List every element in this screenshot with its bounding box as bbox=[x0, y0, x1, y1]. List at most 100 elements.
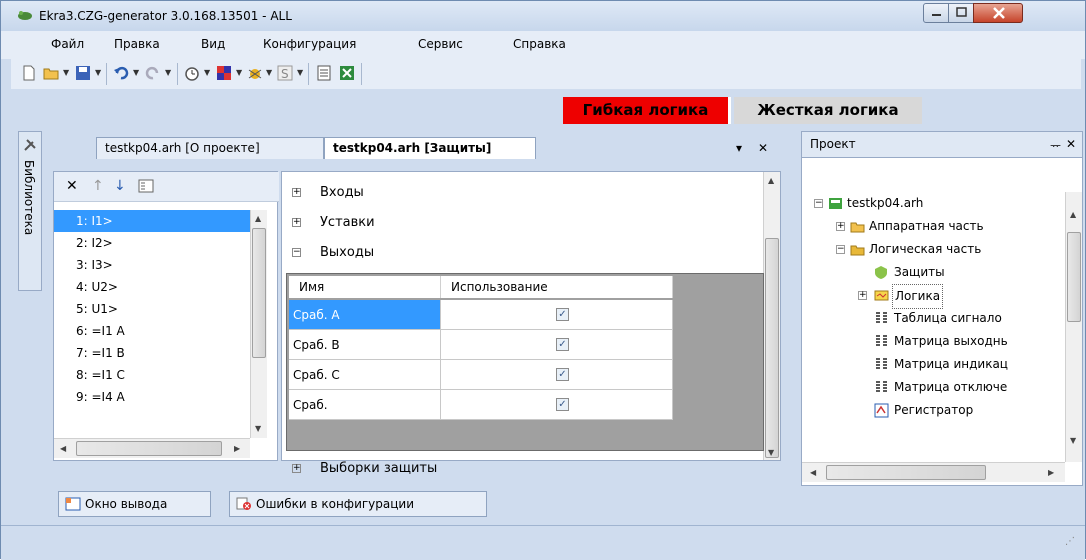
library-panel-tab[interactable]: Библиотека bbox=[18, 131, 42, 291]
tree-node-protections[interactable]: Защиты bbox=[814, 261, 1064, 284]
scroll-thumb[interactable] bbox=[1067, 232, 1081, 322]
column-header-usage[interactable]: Использование bbox=[441, 276, 673, 298]
scroll-thumb[interactable] bbox=[76, 441, 222, 456]
tree-node-signal-table[interactable]: Таблица сигнало bbox=[814, 307, 1064, 330]
list-item[interactable]: 8: =I1 C bbox=[54, 364, 264, 386]
tab-close-icon[interactable]: ✕ bbox=[758, 141, 768, 155]
hard-logic-button[interactable]: Жесткая логика bbox=[734, 97, 922, 124]
expand-icon[interactable]: + bbox=[858, 291, 867, 300]
tab-config-errors[interactable]: Ошибки в конфигурации bbox=[229, 491, 487, 517]
scroll-thumb[interactable] bbox=[252, 228, 266, 358]
scroll-up-icon[interactable]: ▲ bbox=[768, 176, 774, 185]
move-down-icon[interactable]: ↓ bbox=[114, 178, 130, 194]
collapse-icon[interactable]: − bbox=[292, 248, 301, 257]
list-item[interactable]: 2: I2> bbox=[54, 232, 264, 254]
flex-logic-button[interactable]: Гибкая логика bbox=[563, 97, 731, 124]
list-horizontal-scrollbar[interactable]: ◀ ▶ bbox=[54, 438, 250, 458]
undo-dropdown-icon[interactable]: ▼ bbox=[133, 68, 139, 77]
menu-help[interactable]: Справка bbox=[513, 37, 566, 51]
timer-dropdown-icon[interactable]: ▼ bbox=[204, 68, 210, 77]
section-outputs[interactable]: − Выходы bbox=[282, 240, 762, 266]
tree-node-logic[interactable]: + Логика bbox=[814, 284, 1064, 309]
save-dropdown-icon[interactable]: ▼ bbox=[95, 68, 101, 77]
expand-icon[interactable]: + bbox=[836, 222, 845, 231]
undo-icon[interactable] bbox=[113, 65, 129, 81]
collapse-icon[interactable]: − bbox=[836, 245, 845, 254]
scroll-down-icon[interactable]: ▼ bbox=[768, 448, 774, 457]
new-icon[interactable] bbox=[21, 65, 37, 81]
scroll-thumb[interactable] bbox=[826, 465, 986, 480]
usage-checkbox[interactable]: ✓ bbox=[556, 308, 569, 321]
list-item[interactable]: 3: I3> bbox=[54, 254, 264, 276]
list-vertical-scrollbar[interactable]: ▲ ▼ bbox=[250, 210, 267, 438]
scroll-right-icon[interactable]: ▶ bbox=[234, 444, 240, 453]
matrix-dropdown-icon[interactable]: ▼ bbox=[236, 68, 242, 77]
list-item[interactable]: 4: U2> bbox=[54, 276, 264, 298]
menu-edit[interactable]: Правка bbox=[114, 37, 160, 51]
scroll-left-icon[interactable]: ◀ bbox=[810, 468, 816, 477]
debug-dropdown-icon[interactable]: ▼ bbox=[266, 68, 272, 77]
list-item[interactable]: 5: U1> bbox=[54, 298, 264, 320]
tree-node-logical[interactable]: − Логическая часть bbox=[814, 238, 1064, 261]
cell-name[interactable]: Сраб. bbox=[289, 390, 441, 420]
usage-checkbox[interactable]: ✓ bbox=[556, 368, 569, 381]
redo-icon[interactable] bbox=[145, 65, 161, 81]
menu-service[interactable]: Сервис bbox=[418, 37, 463, 51]
list-item[interactable]: 9: =I4 A bbox=[54, 386, 264, 408]
open-icon[interactable] bbox=[43, 65, 59, 81]
resize-grip-icon[interactable]: ⋰ bbox=[1065, 536, 1075, 547]
save-icon[interactable] bbox=[75, 65, 91, 81]
script-dropdown-icon[interactable]: ▼ bbox=[297, 68, 303, 77]
scroll-right-icon[interactable]: ▶ bbox=[1048, 468, 1054, 477]
cell-name[interactable]: Сраб. С bbox=[289, 360, 441, 390]
close-panel-icon[interactable]: ✕ bbox=[1066, 137, 1076, 151]
expand-icon[interactable]: + bbox=[292, 218, 301, 227]
tab-output-window[interactable]: Окно вывода bbox=[58, 491, 211, 517]
section-inputs[interactable]: + Входы bbox=[282, 180, 762, 206]
scroll-left-icon[interactable]: ◀ bbox=[60, 444, 66, 453]
tree-node-output-matrix[interactable]: Матрица выходнь bbox=[814, 330, 1064, 353]
scroll-down-icon[interactable]: ▼ bbox=[1070, 436, 1076, 445]
tree-node-trip-matrix[interactable]: Матрица отключе bbox=[814, 376, 1064, 399]
debug-icon[interactable] bbox=[247, 65, 263, 81]
column-header-name[interactable]: Имя bbox=[289, 276, 441, 298]
delete-icon[interactable]: ✕ bbox=[66, 178, 82, 194]
maximize-button[interactable] bbox=[948, 3, 974, 23]
project-vertical-scrollbar[interactable]: ▲ ▼ bbox=[1065, 192, 1082, 462]
section-protection-samples[interactable]: + Выборки защиты bbox=[282, 456, 762, 482]
matrix-color-icon[interactable] bbox=[216, 65, 232, 81]
timer-icon[interactable] bbox=[184, 65, 200, 81]
menu-configuration[interactable]: Конфигурация bbox=[263, 37, 356, 51]
properties-icon[interactable] bbox=[138, 178, 154, 194]
usage-checkbox[interactable]: ✓ bbox=[556, 338, 569, 351]
list-item[interactable]: 1: I1> bbox=[54, 210, 264, 232]
close-button[interactable] bbox=[973, 3, 1023, 23]
expand-icon[interactable]: + bbox=[292, 464, 301, 473]
scroll-down-icon[interactable]: ▼ bbox=[255, 424, 261, 433]
cell-name[interactable]: Сраб. А bbox=[289, 300, 441, 330]
scroll-up-icon[interactable]: ▲ bbox=[1070, 210, 1076, 219]
list-icon[interactable] bbox=[316, 65, 332, 81]
menu-view[interactable]: Вид bbox=[201, 37, 225, 51]
tab-protections[interactable]: testkp04.arh [Защиты] bbox=[324, 137, 536, 159]
tab-list-dropdown-icon[interactable]: ▾ bbox=[736, 141, 742, 155]
redo-dropdown-icon[interactable]: ▼ bbox=[165, 68, 171, 77]
pin-icon[interactable]: ᅲ bbox=[1050, 137, 1061, 154]
tab-about-project[interactable]: testkp04.arh [О проекте] bbox=[96, 137, 324, 159]
tree-node-project[interactable]: − testkp04.arh bbox=[814, 192, 1064, 215]
tree-node-indication-matrix[interactable]: Матрица индикац bbox=[814, 353, 1064, 376]
cell-name[interactable]: Сраб. В bbox=[289, 330, 441, 360]
script-icon[interactable]: S bbox=[277, 65, 293, 81]
move-up-icon[interactable]: ↑ bbox=[92, 178, 108, 194]
scroll-up-icon[interactable]: ▲ bbox=[255, 214, 261, 223]
usage-checkbox[interactable]: ✓ bbox=[556, 398, 569, 411]
section-settings[interactable]: + Уставки bbox=[282, 210, 762, 236]
list-item[interactable]: 6: =I1 A bbox=[54, 320, 264, 342]
list-item[interactable]: 7: =I1 B bbox=[54, 342, 264, 364]
expand-icon[interactable]: + bbox=[292, 188, 301, 197]
collapse-icon[interactable]: − bbox=[814, 199, 823, 208]
project-horizontal-scrollbar[interactable]: ◀ ▶ bbox=[802, 462, 1065, 482]
menu-file[interactable]: Файл bbox=[51, 37, 84, 51]
properties-vertical-scrollbar[interactable]: ▲ ▼ bbox=[763, 172, 780, 460]
tree-node-hardware[interactable]: + Аппаратная часть bbox=[814, 215, 1064, 238]
